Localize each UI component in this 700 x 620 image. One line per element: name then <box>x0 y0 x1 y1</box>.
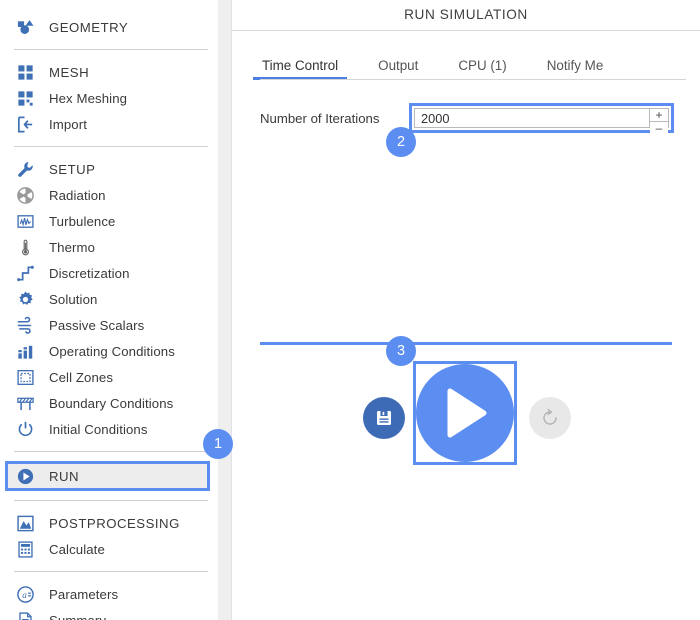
sidebar-scrollbar-gutter[interactable] <box>218 0 232 620</box>
actions-separator <box>260 342 672 345</box>
sidebar-item-discretization[interactable]: Discretization <box>0 260 218 286</box>
sidebar-item-run[interactable]: RUN <box>5 461 210 491</box>
turbulence-icon <box>14 210 36 232</box>
sidebar-item-label: Discretization <box>49 265 130 281</box>
tab-cpu-1[interactable]: CPU (1) <box>458 58 506 80</box>
run-simulation-window: GEOMETRY MESH Hex Meshing Import SETUP Radiat… <box>0 0 700 620</box>
tab-bar: Time Control Output CPU (1) Notify Me <box>232 48 700 80</box>
sidebar-divider <box>14 146 208 147</box>
svg-text:a: a <box>22 589 27 599</box>
sidebar-item-label: Initial Conditions <box>49 421 148 437</box>
gear-icon <box>14 288 36 310</box>
import-icon <box>14 113 36 135</box>
floppy-disk-icon <box>377 411 391 425</box>
sidebar-item-calculate[interactable]: Calculate <box>0 536 218 562</box>
sidebar-item-geometry[interactable]: GEOMETRY <box>0 14 218 40</box>
sidebar-item-label: RUN <box>49 468 80 484</box>
iterations-label: Number of Iterations <box>260 110 380 126</box>
sidebar-item-cell-zones[interactable]: Cell Zones <box>0 364 218 390</box>
mesh-icon <box>14 61 36 83</box>
sidebar-item-hex-meshing[interactable]: Hex Meshing <box>0 85 218 111</box>
wrench-icon <box>14 158 36 180</box>
tab-output[interactable]: Output <box>378 58 418 80</box>
play-triangle-icon <box>447 388 487 438</box>
tab-notify-me[interactable]: Notify Me <box>547 58 604 80</box>
sidebar-divider <box>14 49 208 50</box>
action-button-row <box>232 355 700 485</box>
barrier-icon <box>14 392 36 414</box>
sidebar-item-label: Hex Meshing <box>49 90 128 106</box>
sidebar-item-radiation[interactable]: Radiation <box>0 182 218 208</box>
tab-bar-underline <box>260 79 686 80</box>
sidebar-item-solution[interactable]: Solution <box>0 286 218 312</box>
postprocessing-icon <box>14 512 36 534</box>
sidebar-divider <box>14 500 208 501</box>
save-button[interactable] <box>363 397 405 439</box>
time-control-form: Number of Iterations + – <box>232 103 700 134</box>
sidebar-item-label: SETUP <box>49 161 96 177</box>
reset-circular-arrow-icon <box>543 408 557 425</box>
sidebar-item-parameters[interactable]: a Parameters <box>0 581 218 607</box>
sidebar-item-label: Thermo <box>49 239 96 255</box>
bar-chart-icon <box>14 340 36 362</box>
power-icon <box>14 418 36 440</box>
sidebar-item-boundary-conditions[interactable]: Boundary Conditions <box>0 390 218 416</box>
thermometer-icon <box>14 236 36 258</box>
run-play-button[interactable] <box>416 364 514 462</box>
page-title: RUN SIMULATION <box>232 0 700 31</box>
sidebar-item-label: Boundary Conditions <box>49 395 174 411</box>
sidebar-item-label: MESH <box>49 64 90 80</box>
sidebar-divider <box>14 571 208 572</box>
document-icon <box>14 609 36 620</box>
sidebar-item-turbulence[interactable]: Turbulence <box>0 208 218 234</box>
sidebar-item-operating-conditions[interactable]: Operating Conditions <box>0 338 218 364</box>
discretization-icon <box>14 262 36 284</box>
step-badge-1: 1 <box>203 429 233 459</box>
reset-button[interactable] <box>529 397 571 439</box>
sidebar-item-thermo[interactable]: Thermo <box>0 234 218 260</box>
sidebar-navigation: GEOMETRY MESH Hex Meshing Import SETUP Radiat… <box>0 0 218 620</box>
sidebar-item-passive-scalars[interactable]: Passive Scalars <box>0 312 218 338</box>
step-badge-2: 2 <box>386 127 416 157</box>
dashed-box-icon <box>14 366 36 388</box>
sidebar-item-label: POSTPROCESSING <box>49 515 180 531</box>
sidebar-divider <box>14 451 208 452</box>
sidebar-item-initial-conditions[interactable]: Initial Conditions <box>0 416 218 442</box>
sidebar-item-label: Solution <box>49 291 98 307</box>
sidebar-item-label: Import <box>49 116 87 132</box>
sidebar-item-label: Parameters <box>49 586 119 602</box>
sidebar-item-label: Calculate <box>49 541 105 557</box>
sidebar-item-label: Cell Zones <box>49 369 114 385</box>
sidebar-item-label: GEOMETRY <box>49 19 129 35</box>
geometry-icon <box>14 16 36 38</box>
tab-time-control[interactable]: Time Control <box>252 58 348 80</box>
stepper-decrement-button[interactable]: – <box>650 122 668 134</box>
hex-meshing-icon <box>14 87 36 109</box>
sidebar-item-label: Radiation <box>49 187 106 203</box>
iterations-stepper: + – <box>649 109 668 134</box>
iterations-input[interactable] <box>415 108 649 128</box>
wind-icon <box>14 314 36 336</box>
calculator-icon <box>14 538 36 560</box>
sidebar-item-label: Passive Scalars <box>49 317 145 333</box>
iterations-field-highlight: + – <box>409 103 674 134</box>
sidebar-item-label: Operating Conditions <box>49 343 175 359</box>
sidebar-item-label: Turbulence <box>49 213 116 229</box>
main-panel: RUN SIMULATION Time Control Output CPU (1)… <box>232 0 700 620</box>
sidebar-item-setup[interactable]: SETUP <box>0 156 218 182</box>
iterations-input-group: + – <box>414 108 669 134</box>
parameters-icon: a <box>14 583 36 605</box>
sidebar-item-label: Summary <box>49 612 107 620</box>
radiation-icon <box>14 184 36 206</box>
step-badge-3: 3 <box>386 336 416 366</box>
sidebar-item-import[interactable]: Import <box>0 111 218 137</box>
play-circle-icon <box>14 465 36 487</box>
sidebar-item-mesh[interactable]: MESH <box>0 59 218 85</box>
sidebar-item-postprocessing[interactable]: POSTPROCESSING <box>0 510 218 536</box>
sidebar-item-summary[interactable]: Summary <box>0 607 218 620</box>
